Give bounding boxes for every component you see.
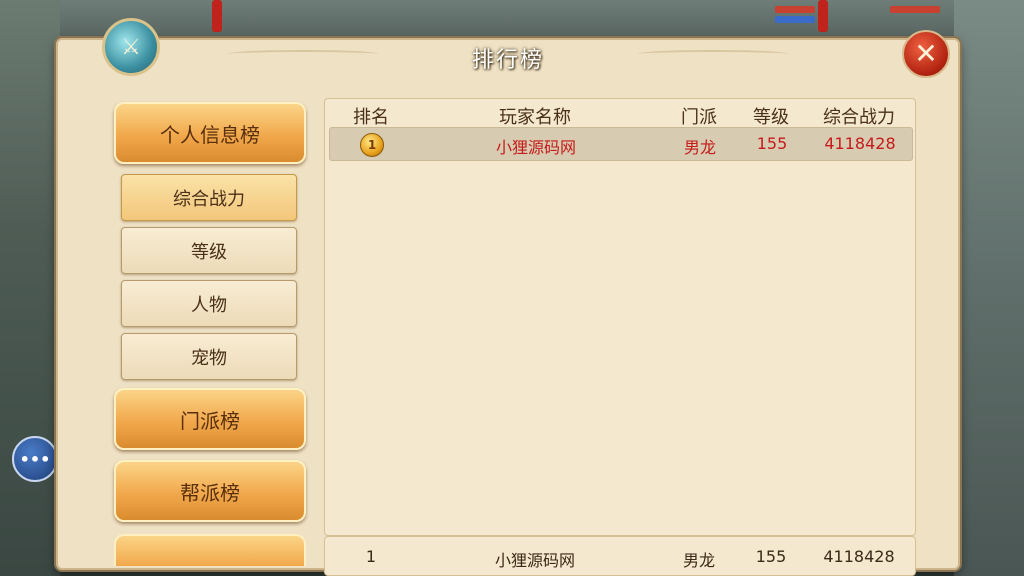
header-rank: 排名 [353,107,389,128]
subcategory-character[interactable]: 人物 [121,280,297,327]
my-player-name: 小狸源码网 [494,551,576,570]
my-rank-row: 1 小狸源码网 男龙 155 4118428 [324,536,916,576]
header-level: 等级 [753,107,789,128]
panel-title: 排行榜 [471,48,544,73]
row-player-name: 小狸源码网 [495,138,577,157]
header-sect: 门派 [681,107,717,128]
row-level: 155 [756,134,788,153]
row-sect: 男龙 [683,138,717,157]
ranking-panel: ⚔ 排行榜 ✕ 个人信息榜 综合战力 等级 人物 宠物 门派榜 帮派榜 排名 玩… [56,18,960,576]
hanging-cord-left [212,0,222,32]
category-personal[interactable]: 个人信息榜 [114,102,306,164]
target-hp-bar [890,6,940,13]
ranking-table: 排名 玩家名称 门派 等级 综合战力 1 小狸源码网 男龙 155 411842… [324,98,916,536]
header-player-name: 玩家名称 [499,107,571,128]
gold-medal-icon: 1 [360,133,384,157]
my-rank: 1 [365,547,377,566]
category-sect[interactable]: 门派榜 [114,388,306,450]
header-power: 综合战力 [823,107,895,128]
hanging-cord-right [818,0,828,32]
category-more[interactable] [114,534,306,566]
subcategory-power[interactable]: 综合战力 [121,174,297,221]
subcategory-pet[interactable]: 宠物 [121,333,297,380]
mp-bar [775,16,815,23]
my-power: 4118428 [823,547,895,566]
chat-button[interactable]: ••• [12,436,58,482]
my-level: 155 [755,547,787,566]
table-row[interactable]: 1 小狸源码网 男龙 155 4118428 [329,127,913,161]
game-scene-right [954,0,1024,576]
close-button[interactable]: ✕ [902,30,950,78]
hp-bar [775,6,815,13]
close-icon: ✕ [914,37,938,70]
row-power: 4118428 [824,134,896,153]
subcategory-level[interactable]: 等级 [121,227,297,274]
category-guild[interactable]: 帮派榜 [114,460,306,522]
my-sect: 男龙 [682,551,716,570]
chat-icon: ••• [19,449,51,469]
game-scene-left [0,0,60,576]
